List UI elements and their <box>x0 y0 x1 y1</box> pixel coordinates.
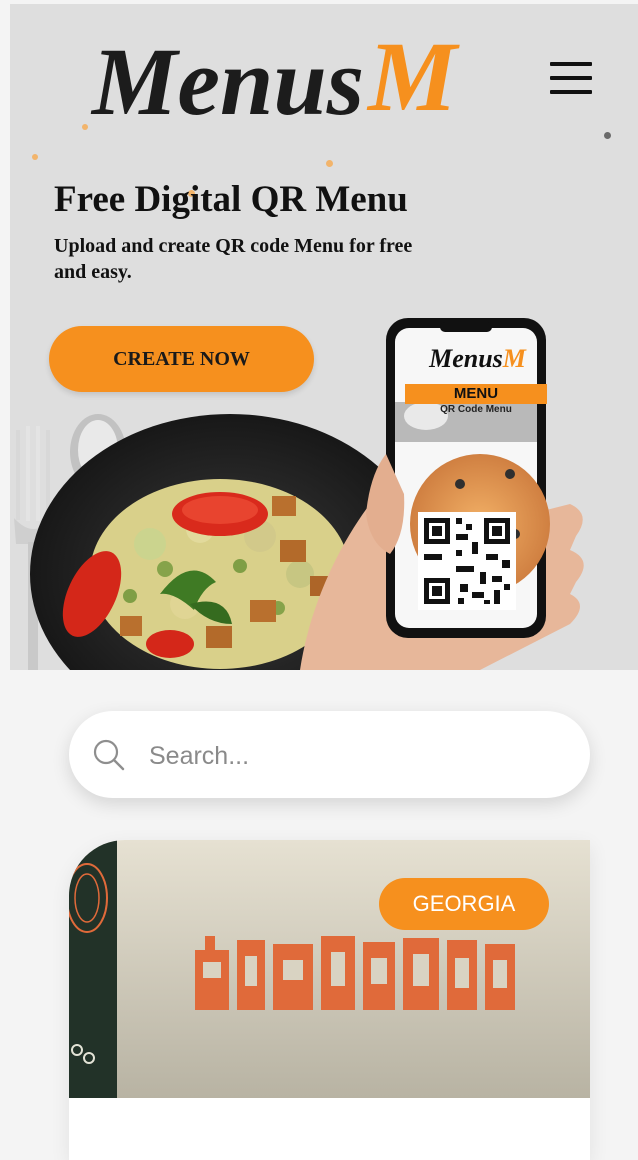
phone-logo-text: Menus <box>429 344 503 373</box>
logo-mark: M <box>366 22 460 132</box>
restaurant-logo-lettering <box>195 936 515 1010</box>
search-bar <box>69 711 590 798</box>
phone-menu-label: MENU <box>405 384 547 404</box>
decor-dot <box>326 160 333 167</box>
decor-dot <box>604 132 611 139</box>
hero-section: Menus M Free Digital QR Menu Upload and … <box>10 4 638 670</box>
phone-logo-mark: M <box>502 344 526 373</box>
search-input[interactable] <box>147 733 551 779</box>
menusm-logo: Menus M <box>90 22 460 132</box>
hamburger-line <box>550 76 592 80</box>
create-now-button[interactable]: CREATE NOW <box>49 326 314 392</box>
country-badge: GEORGIA <box>379 878 549 930</box>
hamburger-icon[interactable] <box>550 62 592 98</box>
hero-subtitle: Upload and create QR code Menu for free … <box>54 235 413 283</box>
hamburger-line <box>550 62 592 66</box>
restaurant-card[interactable]: GEORGIA <box>69 840 590 1160</box>
search-icon[interactable] <box>92 738 126 772</box>
phone-logo: MenusM <box>415 344 540 374</box>
logo-text: Menus <box>90 28 364 132</box>
hero-title: Free Digital QR Menu <box>54 179 408 220</box>
decor-dot <box>32 154 38 160</box>
phone-menu-sublabel: QR Code Menu <box>440 404 512 415</box>
hamburger-line <box>550 90 592 94</box>
